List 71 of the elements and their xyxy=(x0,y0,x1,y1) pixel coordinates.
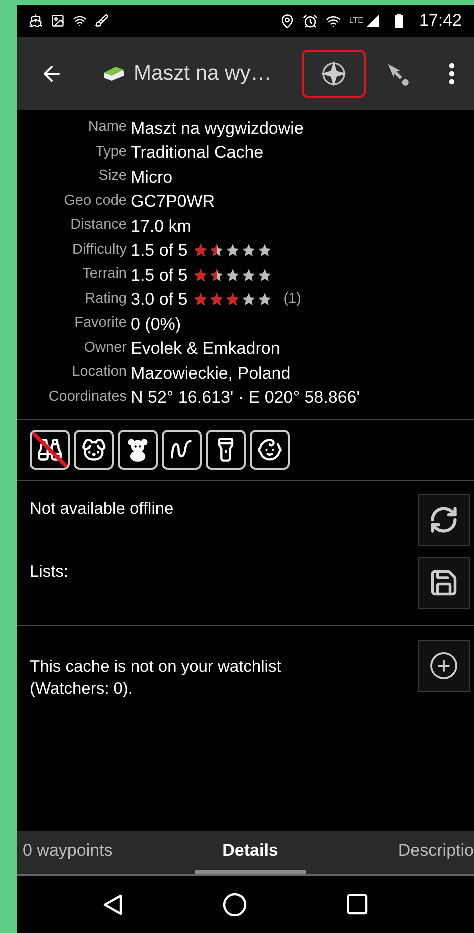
lists-label: Lists: xyxy=(30,562,69,583)
star-icon xyxy=(256,292,273,308)
star-icon xyxy=(224,268,241,283)
star-icon xyxy=(208,292,225,308)
star-icon xyxy=(224,243,241,258)
home-circle-icon[interactable] xyxy=(223,892,247,916)
battery-icon xyxy=(395,14,404,28)
star-icon xyxy=(240,268,257,283)
dog-icon xyxy=(81,437,107,463)
save-icon xyxy=(429,568,459,598)
boat-icon xyxy=(29,14,43,28)
star-icon xyxy=(208,243,225,258)
back-triangle-icon[interactable] xyxy=(103,894,123,916)
more-options-icon xyxy=(449,62,455,84)
star-icon xyxy=(224,292,241,308)
offline-status: Not available offline xyxy=(30,499,174,520)
star-icon xyxy=(240,243,257,258)
field-label: Geo code xyxy=(63,192,127,211)
field-value: Traditional Cache xyxy=(131,142,264,164)
field-label: Terrain xyxy=(82,265,127,284)
toolbar-title: Maszt na wy… xyxy=(134,60,272,87)
field-label: Owner xyxy=(83,338,127,358)
star-icon xyxy=(208,268,225,283)
field-value: Maszt na wygwizdowie xyxy=(131,118,304,140)
add-icon xyxy=(429,651,459,681)
cache-icon xyxy=(102,64,126,82)
tab[interactable]: 0 waypoints xyxy=(17,831,195,874)
compass-button[interactable] xyxy=(302,50,366,98)
field-label: Name xyxy=(87,118,127,138)
star-icon xyxy=(240,292,257,308)
field-value: N 52° 16.613' · E 020° 58.866' xyxy=(131,387,360,409)
refresh-icon xyxy=(429,505,459,535)
field-label: Rating xyxy=(84,290,127,309)
alarm-clock-icon xyxy=(303,14,318,28)
field-value: Evolek & Emkadron xyxy=(131,338,280,360)
image-icon xyxy=(51,14,65,28)
star-icon xyxy=(192,243,209,258)
field-value: Mazowieckie, Poland xyxy=(131,362,291,384)
star-icon xyxy=(256,268,273,283)
field-value: 3.0 of 5 xyxy=(131,289,188,311)
field-value: 0 (0%) xyxy=(131,314,182,336)
field-label: Coordinates xyxy=(48,388,127,407)
compass-icon xyxy=(320,60,348,88)
star-icon xyxy=(256,243,273,258)
field-label: Type xyxy=(94,142,127,162)
refresh-button[interactable] xyxy=(418,494,470,546)
location-pin-icon xyxy=(280,14,296,28)
field-label: Favorite xyxy=(74,314,127,334)
field-value: GC7P0WR xyxy=(131,191,216,213)
star-icon xyxy=(192,268,209,283)
field-label: Distance xyxy=(70,216,127,236)
network-type: LTE xyxy=(349,15,364,27)
field-value: Micro xyxy=(131,166,173,188)
tab[interactable]: Descriptio xyxy=(306,831,474,874)
field-value: 1.5 of 5 xyxy=(131,264,188,286)
rating-count: (1) xyxy=(284,290,302,309)
field-label: Size xyxy=(98,167,127,186)
signal-waves-icon xyxy=(73,14,87,28)
field-label: Difficulty xyxy=(71,240,127,260)
field-value: 1.5 of 5 xyxy=(131,240,188,262)
binoculars-icon xyxy=(37,437,63,463)
wifi-icon xyxy=(326,14,342,28)
save-button[interactable] xyxy=(418,557,470,609)
watchlist-status: This cache is not on your watchlist (Watchers: 0). xyxy=(30,657,282,700)
clock-time: 17:42 xyxy=(419,10,462,32)
cell-signal-icon xyxy=(367,15,380,27)
add-to-watchlist-button[interactable] xyxy=(418,640,470,692)
field-value: 17.0 km xyxy=(131,216,192,238)
star-icon xyxy=(192,292,209,308)
recents-square-icon[interactable] xyxy=(347,894,368,915)
field-label: Location xyxy=(71,363,127,382)
